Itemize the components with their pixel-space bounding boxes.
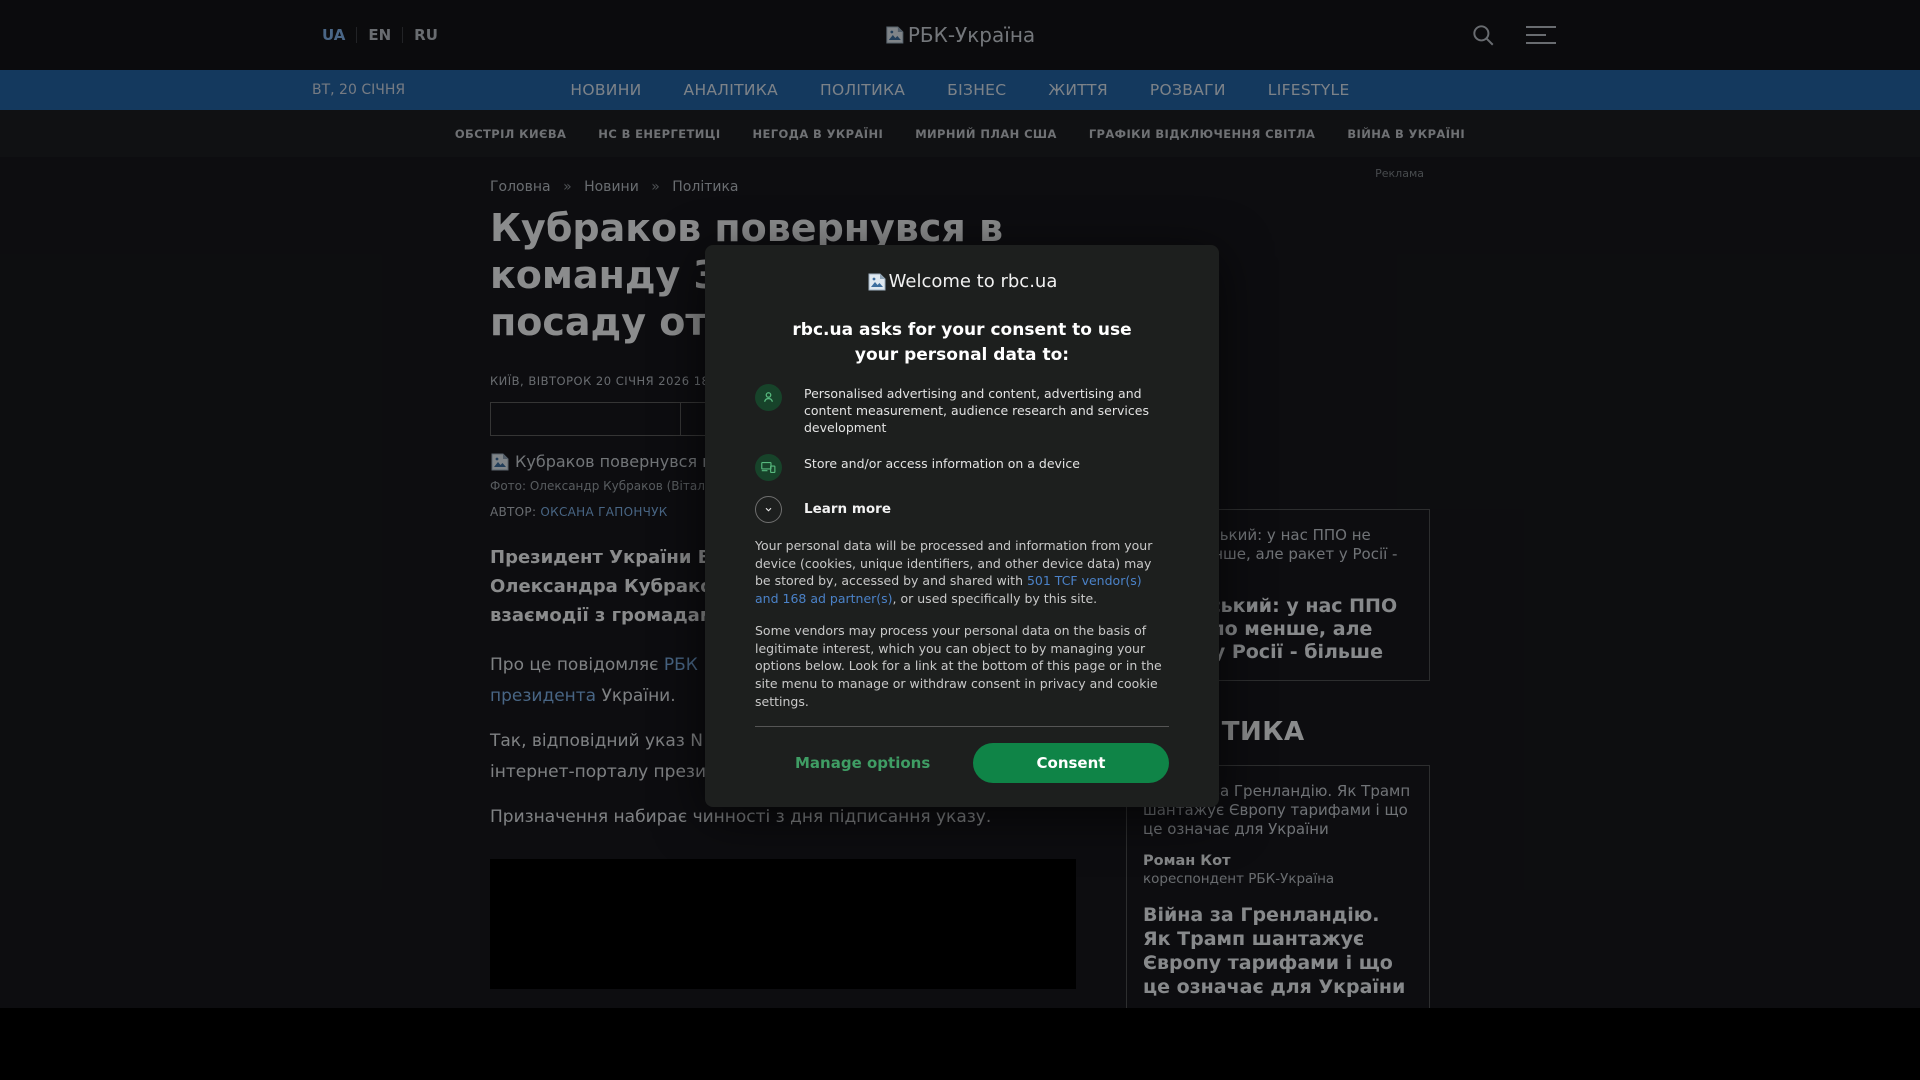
learn-more-toggle[interactable]: Learn more bbox=[755, 496, 1169, 523]
purpose-text: Store and/or access information on a dev… bbox=[804, 454, 1080, 473]
learn-more-label: Learn more bbox=[804, 500, 891, 518]
modal-logo-alt-text: Welcome to rbc.ua bbox=[889, 271, 1058, 292]
device-icon bbox=[755, 454, 782, 481]
divider bbox=[755, 726, 1169, 727]
modal-logo-broken-image: Welcome to rbc.ua bbox=[755, 271, 1169, 292]
consent-button[interactable]: Consent bbox=[973, 743, 1169, 783]
chevron-down-icon[interactable] bbox=[755, 496, 782, 523]
manage-options-button[interactable]: Manage options bbox=[795, 754, 930, 772]
consent-body-text: Some vendors may process your personal d… bbox=[755, 622, 1169, 711]
consent-buttons-row: Manage options Consent bbox=[755, 743, 1169, 783]
consent-body-text: Your personal data will be processed and… bbox=[755, 537, 1169, 608]
consent-heading: rbc.ua asks for your consent to use your… bbox=[772, 318, 1152, 367]
broken-image-icon bbox=[867, 273, 887, 291]
person-icon bbox=[755, 384, 782, 411]
consent-body-text: , or used specifically by this site. bbox=[893, 591, 1098, 606]
consent-dialog: Welcome to rbc.ua rbc.ua asks for your c… bbox=[705, 245, 1219, 807]
purpose-row: Personalised advertising and content, ad… bbox=[755, 384, 1169, 437]
purpose-row: Store and/or access information on a dev… bbox=[755, 454, 1169, 481]
purpose-text: Personalised advertising and content, ad… bbox=[804, 384, 1169, 437]
